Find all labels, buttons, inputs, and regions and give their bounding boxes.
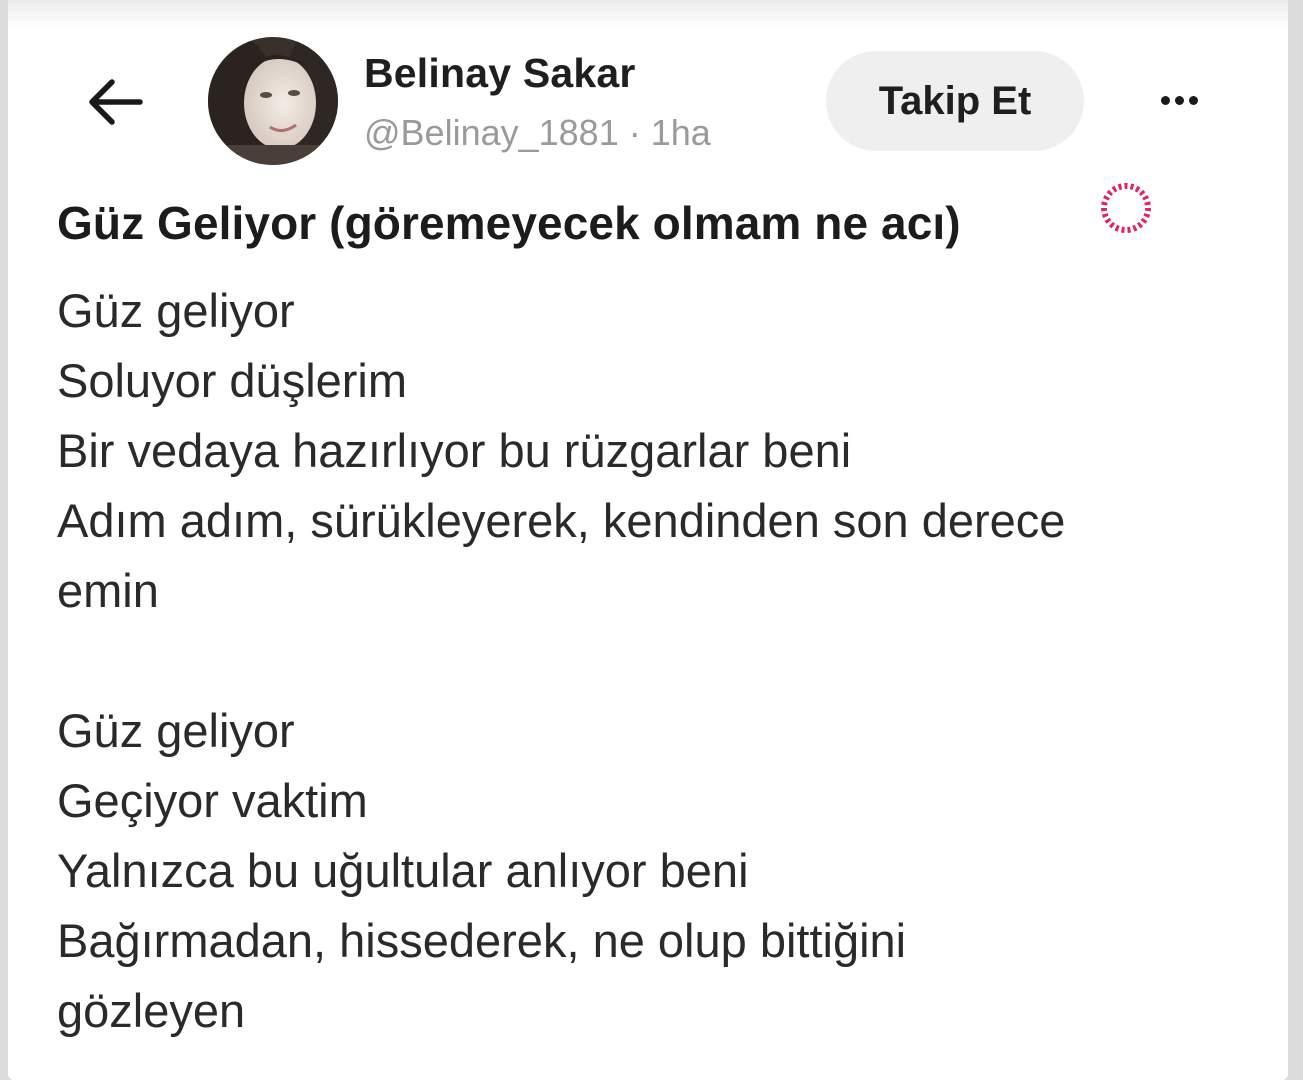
- poem-line: Adım adım, sürükleyerek, kendinden son d…: [57, 494, 1066, 547]
- poem-line: gözleyen: [57, 984, 246, 1037]
- back-button[interactable]: [78, 66, 150, 138]
- poem-line: emin: [57, 564, 159, 617]
- display-name[interactable]: Belinay Sakar: [364, 50, 636, 97]
- avatar-image: [208, 37, 338, 165]
- more-options-button[interactable]: [1146, 78, 1212, 122]
- more-dot: [1188, 95, 1198, 105]
- avatar[interactable]: [208, 37, 338, 165]
- poem-line: Soluyor düşlerim: [57, 354, 408, 407]
- loading-spinner-icon: [1101, 183, 1151, 233]
- handle-line: @Belinay_1881 · 1ha: [364, 112, 711, 154]
- top-fade: [8, 0, 1288, 28]
- poem-line: Bir vedaya hazırlıyor bu rüzgarlar beni: [57, 424, 852, 477]
- poem-line: Yalnızca bu uğultular anlıyor beni: [57, 844, 749, 897]
- poem-line: Bağırmadan, hissederek, ne olup bittiğin…: [57, 914, 907, 967]
- more-dot: [1174, 95, 1184, 105]
- poem-line: Geçiyor vaktim: [57, 774, 368, 827]
- back-arrow-icon: [89, 79, 143, 125]
- user-handle[interactable]: @Belinay_1881: [364, 112, 619, 153]
- poem-line: Güz geliyor: [57, 704, 295, 757]
- poem-line: Güz geliyor: [57, 284, 295, 337]
- follow-button[interactable]: Takip Et: [826, 51, 1084, 151]
- post-time: 1ha: [650, 112, 711, 153]
- meta-separator: ·: [628, 112, 641, 153]
- more-horizontal-icon: [1160, 95, 1170, 105]
- post-title: Güz Geliyor (göremeyecek olmam ne acı): [57, 197, 961, 249]
